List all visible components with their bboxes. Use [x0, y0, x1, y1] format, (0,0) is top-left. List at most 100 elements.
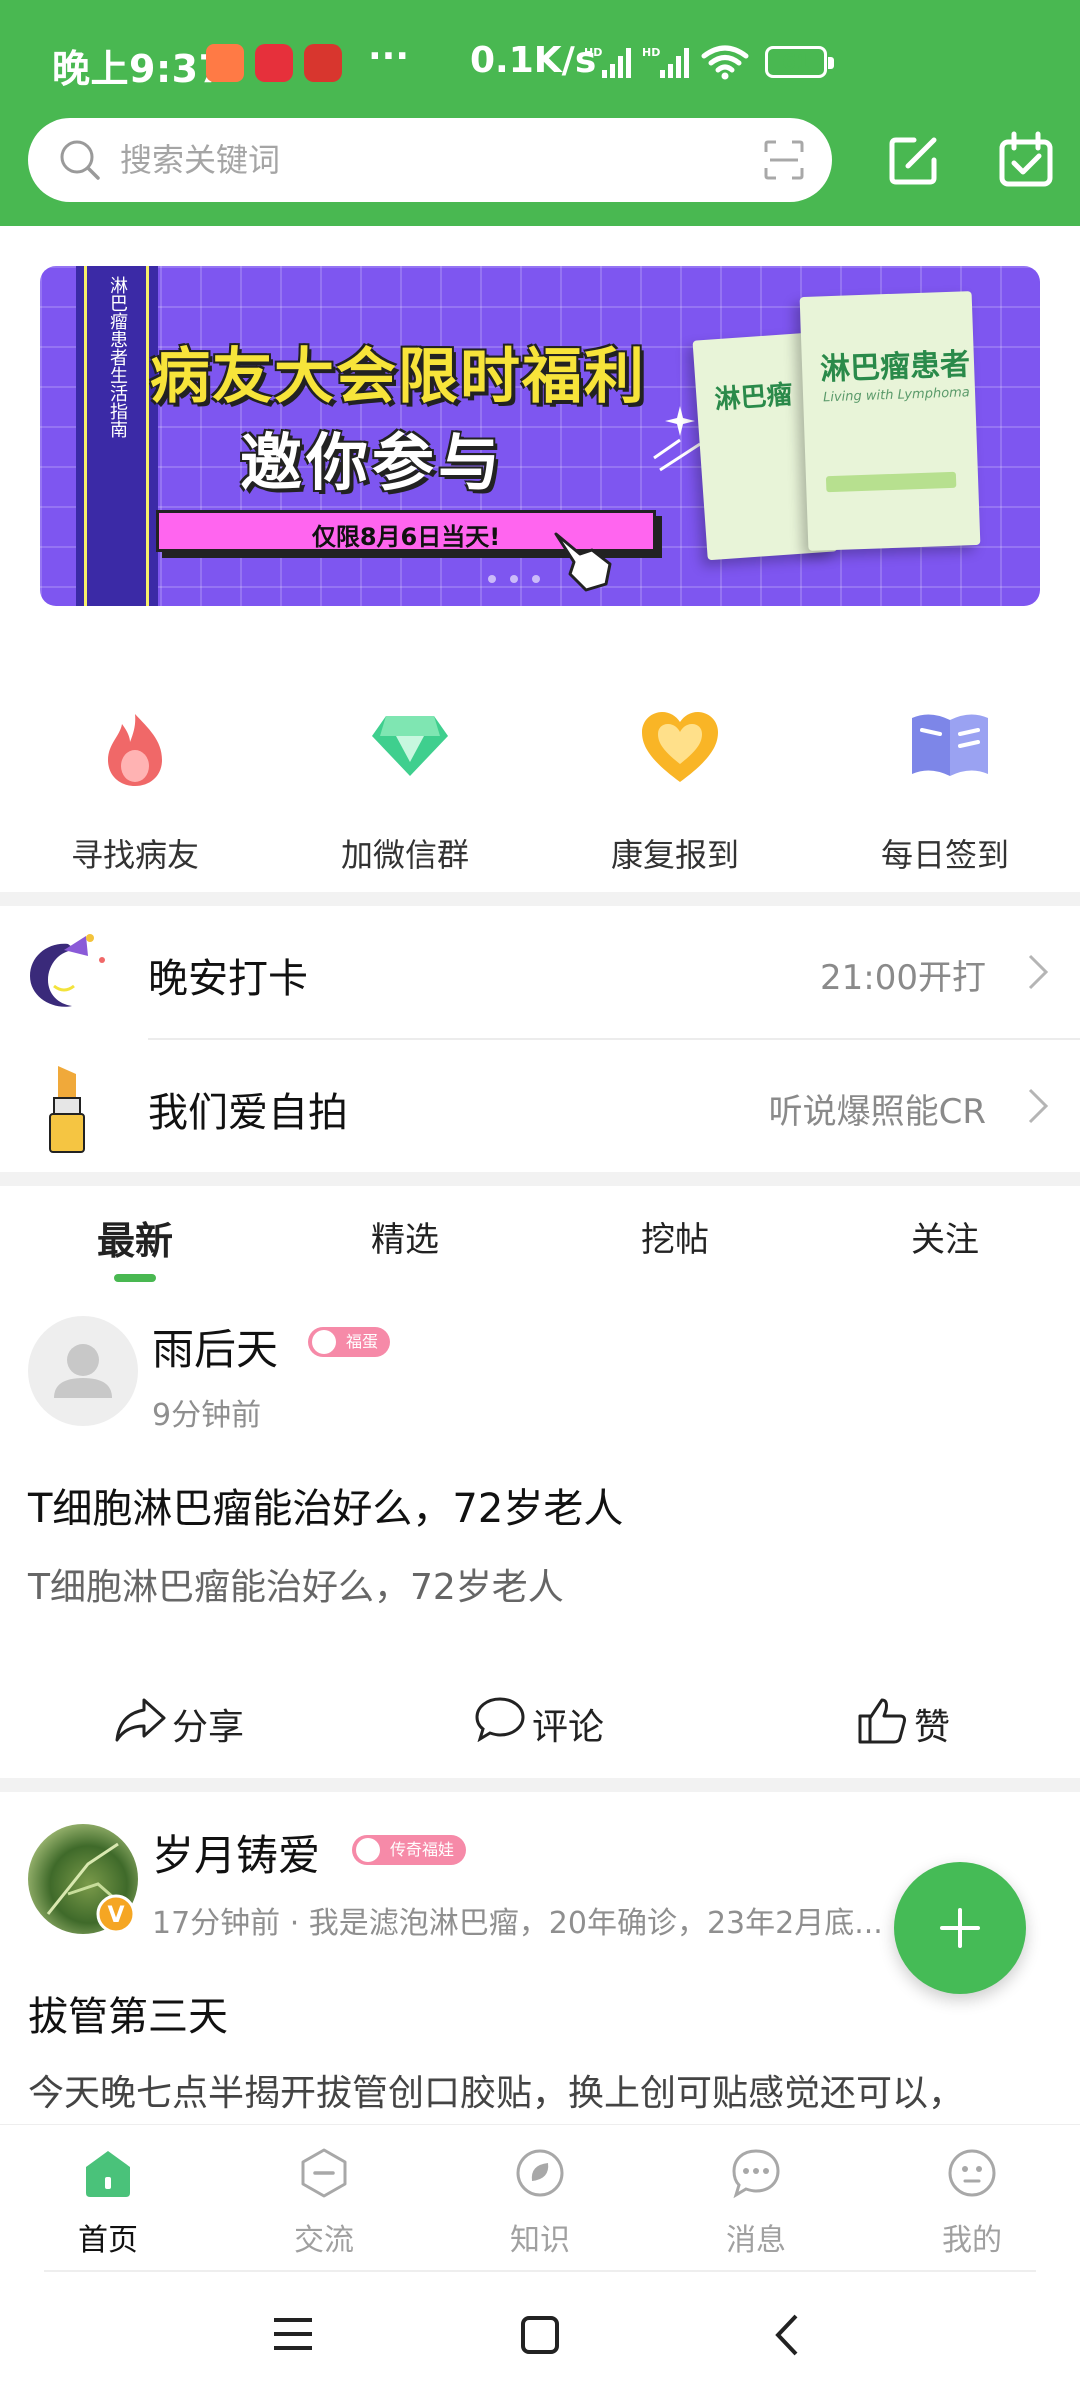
book-back-title: 淋巴瘤 [713, 379, 794, 416]
nav-home[interactable]: 首页 [0, 2147, 216, 2267]
search-input[interactable]: 搜索关键词 [120, 138, 280, 182]
nav-knowledge[interactable]: 知识 [432, 2147, 648, 2267]
row-right-text: 听说爆照能CR [768, 1092, 986, 1132]
chat-minus-icon [301, 2148, 347, 2198]
nav-exchange[interactable]: 交流 [216, 2147, 432, 2267]
search-icon [60, 140, 100, 180]
nav-label: 交流 [294, 2223, 354, 2258]
svg-text:V: V [107, 1903, 124, 1928]
thumbs-up-icon [858, 1698, 906, 1744]
calendar-check-icon[interactable] [996, 130, 1056, 190]
feed-tabs: 最新 精选 挖帖 关注 [0, 1180, 1080, 1280]
badge-icon [356, 1838, 380, 1862]
section-gap [0, 892, 1080, 906]
home-icon [86, 2151, 130, 2197]
plus-icon [940, 1908, 980, 1948]
user-badge: 福蛋 [308, 1327, 391, 1357]
wifi-icon [701, 45, 749, 80]
top-bar: 晚上9:37 ··· 0.1K/s HD HD 61 搜索关键词 [0, 0, 1080, 226]
row-goodnight-checkin[interactable]: 晚安打卡 21:00开打 [0, 906, 1080, 1040]
create-post-button[interactable] [894, 1862, 1026, 1994]
signal-icon: HD [584, 46, 631, 78]
row-label: 晚安打卡 [148, 956, 308, 1002]
avatar[interactable] [28, 1316, 138, 1426]
search-bar[interactable]: 搜索关键词 [28, 118, 832, 202]
svg-text:HD: HD [584, 46, 602, 59]
post-username[interactable]: 雨后天 [152, 1316, 278, 1377]
system-navigation-bar [0, 2270, 1080, 2400]
app-screen: 晚上9:37 ··· 0.1K/s HD HD 61 搜索关键词 淋巴瘤患者生活… [0, 0, 1080, 2400]
nav-label: 消息 [726, 2223, 786, 2258]
promo-banner[interactable]: 淋巴瘤患者生活指南 病友大会限时福利 邀你参与 仅限8月6日当天! 淋巴瘤 淋巴… [40, 266, 1040, 606]
notification-app-icon [206, 44, 244, 82]
book-icon [912, 714, 988, 776]
network-speed: 0.1K/s [470, 40, 597, 81]
nav-profile[interactable]: 我的 [864, 2147, 1080, 2267]
banner-subline: 邀你参与 [240, 426, 505, 499]
user-badge: 传奇福娃 [352, 1835, 467, 1865]
bottom-navigation: 首页 交流 知识 消息 我的 [0, 2124, 1080, 2270]
post-title[interactable]: 拔管第三天 [28, 1984, 228, 2042]
tab-dig-posts[interactable]: 挖帖 [540, 1212, 810, 1261]
row-right-text: 21:00开打 [820, 958, 986, 998]
lipstick-icon [49, 1066, 85, 1153]
tab-following[interactable]: 关注 [810, 1212, 1080, 1261]
profile-icon [948, 2149, 996, 2197]
badge-text: 福蛋 [346, 1332, 379, 1351]
quick-entry-daily-checkin[interactable]: 每日签到 [810, 700, 1080, 880]
post-username[interactable]: 岁月铸爱 [152, 1822, 320, 1883]
post-time: 9分钟前 [152, 1398, 262, 1433]
post-title[interactable]: T细胞淋巴瘤能治好么，72岁老人 [28, 1476, 623, 1534]
moon-icon [30, 934, 105, 1007]
status-bar: 晚上9:37 ··· 0.1K/s HD HD 61 [0, 0, 1080, 118]
like-label: 赞 [914, 1707, 951, 1748]
nav-messages[interactable]: 消息 [648, 2147, 864, 2267]
menu-icon[interactable] [272, 2314, 314, 2354]
message-icon [732, 2149, 780, 2199]
row-label: 我们爱自拍 [148, 1090, 348, 1136]
quick-entry-recovery-report[interactable]: 康复报到 [540, 700, 810, 880]
edit-icon[interactable] [884, 130, 944, 190]
comment-icon [475, 1697, 525, 1742]
flame-icon [108, 714, 162, 786]
nav-label: 我的 [942, 2223, 1002, 2258]
knowledge-icon [516, 2149, 564, 2197]
system-bar-divider [44, 2270, 1036, 2272]
tab-latest[interactable]: 最新 [0, 1210, 270, 1265]
more-notifications-icon: ··· [368, 36, 410, 77]
diamond-icon [372, 716, 448, 776]
book-front-cover: 淋巴瘤患者 Living with Lymphoma [799, 291, 981, 551]
game-app-icon [304, 44, 342, 82]
netease-music-icon [255, 44, 293, 82]
scan-icon[interactable] [762, 138, 806, 182]
share-icon [115, 1698, 166, 1742]
home-square-icon[interactable] [519, 2314, 561, 2356]
share-label: 分享 [172, 1707, 245, 1748]
banner-pagination [488, 568, 554, 587]
default-avatar-icon [54, 1344, 112, 1398]
nav-label: 知识 [510, 2223, 570, 2258]
tab-featured[interactable]: 精选 [270, 1212, 540, 1261]
quick-entry-wechat-group[interactable]: 加微信群 [270, 700, 540, 880]
badge-icon [312, 1330, 336, 1354]
back-icon[interactable] [772, 2312, 802, 2358]
quick-entry-label: 每日签到 [880, 836, 1009, 874]
book-front-title: 淋巴瘤患者 [819, 347, 971, 388]
badge-text: 传奇福娃 [390, 1840, 455, 1859]
quick-entries: 寻找病友 加微信群 康复报到 每日签到 [0, 700, 1080, 880]
quick-entry-label: 加微信群 [340, 836, 469, 874]
status-time: 晚上9:37 [52, 47, 226, 91]
chevron-right-icon [1028, 1088, 1049, 1124]
section-gap [0, 1778, 1080, 1792]
quick-entry-label: 康复报到 [610, 836, 739, 874]
svg-text:HD: HD [642, 46, 660, 59]
quick-entry-find-patients[interactable]: 寻找病友 [0, 700, 270, 880]
post-body[interactable]: 今天晚七点半揭开拔管创口胶贴，换上创可贴感觉还可以， [28, 2064, 964, 2116]
banner-headline: 病友大会限时福利 [150, 342, 646, 412]
nav-label: 首页 [78, 2223, 138, 2258]
comment-label: 评论 [532, 1707, 605, 1748]
chevron-right-icon [1028, 954, 1049, 990]
quick-entry-label: 寻找病友 [70, 836, 199, 874]
row-selfie[interactable]: 我们爱自拍 听说爆照能CR [0, 1040, 1080, 1174]
post-body[interactable]: T细胞淋巴瘤能治好么，72岁老人 [28, 1558, 564, 1610]
